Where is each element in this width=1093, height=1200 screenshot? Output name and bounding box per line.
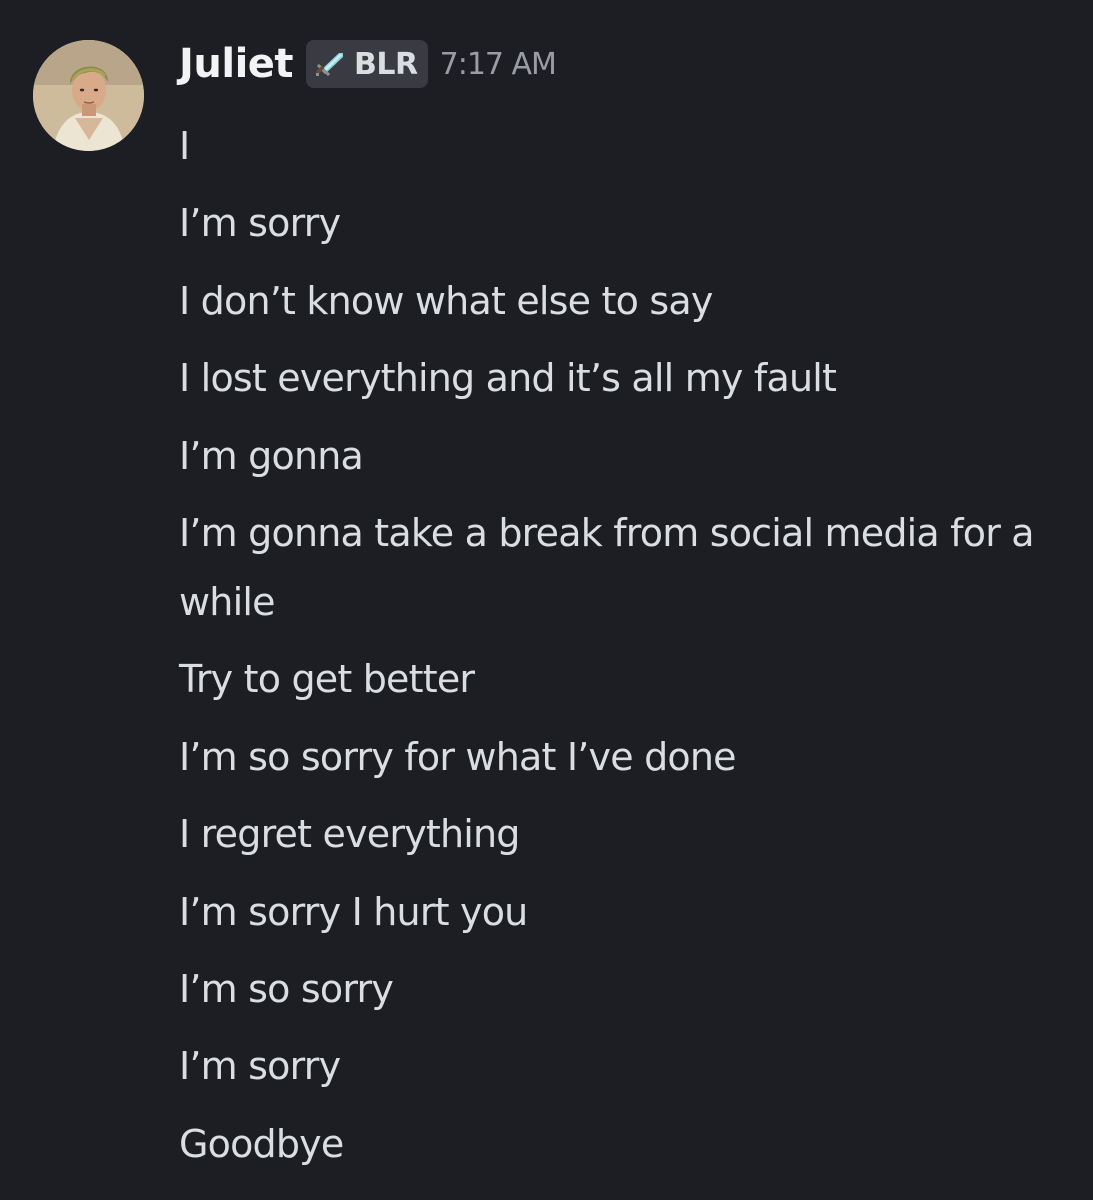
message-header: Juliet BLR 7:17 AM [179, 34, 557, 94]
message-line: Try to get better [179, 657, 475, 702]
message-line: I’m sorry [179, 201, 341, 246]
message-line: I’m sorry [179, 1044, 341, 1089]
tag-label: BLR [354, 46, 418, 82]
username[interactable]: Juliet [179, 41, 294, 87]
message-line: I’m so sorry [179, 966, 394, 1011]
avatar[interactable] [33, 40, 144, 151]
message-line: I lost everything and it’s all my fault [179, 356, 837, 401]
message-content: I I’m sorry I don’t know what else to sa… [179, 112, 1049, 1187]
message-line: Goodbye [179, 1121, 344, 1166]
avatar-image [33, 40, 144, 151]
message-line: I’m gonna [179, 433, 364, 478]
message-line: I’m gonna take a break from social media… [179, 510, 1046, 624]
message-line: I regret everything [179, 812, 520, 857]
message-line: I don’t know what else to say [179, 278, 713, 323]
message-group: Juliet BLR 7:17 AM I I’m sorry I don’t k… [0, 0, 1093, 1200]
timestamp[interactable]: 7:17 AM [440, 47, 557, 82]
sword-icon [314, 47, 350, 82]
message-line: I’m sorry I hurt you [179, 889, 528, 934]
message-line: I’m so sorry for what I’ve done [179, 734, 737, 779]
message-line: I [179, 124, 190, 168]
server-tag[interactable]: BLR [306, 40, 428, 88]
